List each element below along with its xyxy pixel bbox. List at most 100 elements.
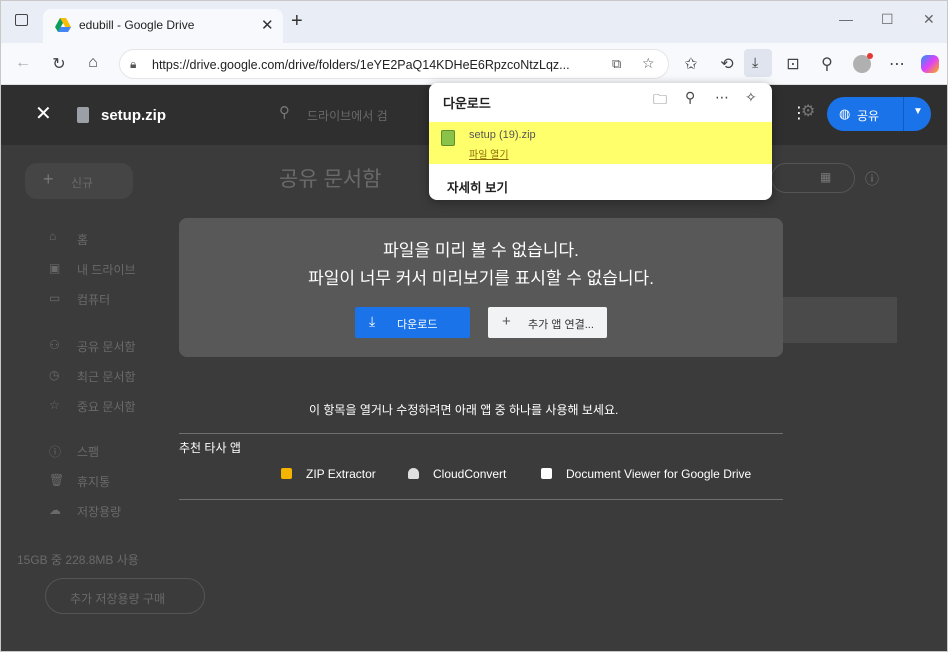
app-cloudconvert[interactable]: CloudConvert (408, 467, 506, 481)
lock-icon[interactable]: 🔒︎ (130, 57, 136, 72)
see-more-link[interactable]: 자세히 보기 (447, 177, 508, 196)
back-icon[interactable]: ← (13, 54, 33, 72)
new-tab-button[interactable]: + (291, 11, 303, 31)
computer-icon: ▭ (49, 291, 61, 305)
download-item[interactable]: setup (19).zip 파일 열기 (429, 122, 772, 164)
copilot-icon[interactable] (921, 55, 939, 73)
navigation-bar: ← ↻ ⌂ 🔒︎ https://drive.google.com/drive/… (1, 43, 947, 85)
zip-extractor-icon (281, 468, 292, 479)
sidebar-item-my-drive[interactable]: 내 드라이브 (77, 261, 136, 278)
favorites-icon[interactable]: ✩ (681, 54, 701, 74)
download-icon: ⤓ (369, 313, 376, 329)
tab-actions-icon[interactable] (15, 14, 28, 26)
sidebar-item-starred[interactable]: 중요 문서함 (77, 398, 136, 415)
connect-app-button[interactable]: + 추가 앱 연결... (488, 307, 607, 338)
close-window-button[interactable]: ✕ (923, 11, 935, 28)
recommended-apps-label: 추천 타사 앱 (179, 441, 241, 455)
trash-icon: 🗑︎ (49, 473, 65, 487)
no-preview-reason: 파일이 너무 커서 미리보기를 표시할 수 없습니다. (308, 269, 654, 288)
shared-icon: ⚇ (49, 338, 60, 352)
no-preview-title: 파일을 미리 볼 수 없습니다. (383, 241, 579, 260)
preview-message-box: 파일을 미리 볼 수 없습니다. 파일이 너무 커서 미리보기를 표시할 수 없… (179, 218, 783, 357)
info-icon[interactable]: ⓘ (865, 169, 879, 189)
new-button[interactable]: + 신규 (25, 163, 133, 199)
divider-top (179, 433, 783, 434)
buy-storage-button[interactable]: 추가 저장용량 구매 (45, 578, 205, 614)
my-drive-icon: ▣ (49, 261, 61, 275)
extensions-icon[interactable]: ⚲ (817, 54, 837, 74)
open-folder-icon[interactable]: 🗀︎ (653, 89, 667, 113)
download-button-label: 다운로드 (397, 319, 438, 331)
maximize-button[interactable]: ☐ (881, 11, 894, 28)
url-text: https://drive.google.com/drive/folders/1… (152, 58, 570, 72)
cloudconvert-icon (408, 468, 419, 479)
recent-icon: ◷ (49, 368, 60, 382)
reader-view-icon[interactable]: ⧉ (612, 56, 621, 72)
search-downloads-icon[interactable]: ⚲ (685, 89, 695, 106)
sidebar-item-trash[interactable]: 휴지통 (77, 473, 110, 490)
home-icon[interactable]: ⌂ (83, 54, 103, 72)
buy-storage-label: 추가 저장용량 구매 (70, 592, 165, 606)
app-cloudconvert-label: CloudConvert (433, 467, 507, 481)
search-input[interactable]: 드라이브에서 검 (307, 107, 388, 124)
more-menu-icon[interactable]: ⋯ (887, 54, 907, 74)
title-bar: edubill - Google Drive ✕ + — ☐ ✕ (1, 1, 947, 43)
app-zip-extractor-label: ZIP Extractor (306, 467, 376, 481)
favorite-star-icon[interactable]: ☆ (642, 55, 655, 72)
open-file-link[interactable]: 파일 열기 (469, 146, 509, 161)
sidebar-item-spam[interactable]: 스팸 (77, 443, 99, 460)
download-button[interactable]: ⤓ 다운로드 (355, 307, 470, 338)
sidebar-item-shared[interactable]: 공유 문서함 (77, 338, 136, 355)
history-icon[interactable]: ⟲ (717, 54, 737, 74)
grid-view-icon[interactable]: ▦ (820, 170, 831, 184)
sidebar-item-storage[interactable]: 저장용량 (77, 503, 121, 520)
share-label: 공유 (857, 109, 880, 123)
browser-window: edubill - Google Drive ✕ + — ☐ ✕ ← ↻ ⌂ 🔒… (0, 0, 948, 652)
connect-app-label: 추가 앱 연결... (528, 319, 594, 331)
download-file-name: setup (19).zip (469, 129, 536, 141)
notification-dot (867, 53, 873, 59)
download-icon: ⤓ (752, 54, 759, 70)
settings-icon[interactable]: ⚙ (801, 101, 815, 121)
minimize-button[interactable]: — (839, 11, 853, 27)
plus-icon: + (43, 169, 54, 189)
spam-icon: ⓘ (49, 445, 62, 459)
refresh-icon[interactable]: ↻ (49, 54, 69, 74)
selected-row[interactable] (781, 297, 897, 343)
divider-bottom (179, 499, 783, 500)
storage-usage: 15GB 중 228.8MB 사용 (17, 553, 139, 567)
zip-file-icon (441, 130, 455, 146)
cloud-icon: ☁ (49, 503, 61, 517)
globe-icon: ◍ (839, 106, 851, 121)
tab-close-icon[interactable]: ✕ (261, 16, 274, 34)
sidebar-item-computers[interactable]: 컴퓨터 (77, 291, 110, 308)
app-zip-extractor[interactable]: ZIP Extractor (281, 467, 376, 481)
preview-file-name: setup.zip (101, 107, 167, 124)
address-bar[interactable]: 🔒︎ https://drive.google.com/drive/folder… (119, 49, 669, 79)
downloads-title: 다운로드 (443, 96, 491, 111)
downloads-flyout: 다운로드 🗀︎ ⚲ ⋯ ✧ setup (19).zip 파일 열기 자세히 보… (429, 83, 772, 200)
tab-title: edubill - Google Drive (79, 18, 195, 32)
tab-edubill[interactable]: edubill - Google Drive ✕ (43, 9, 283, 43)
home-icon: ⌂ (49, 229, 57, 243)
list-view-toggle[interactable]: ▦ (771, 163, 855, 193)
close-preview-icon[interactable]: ✕ (35, 101, 52, 126)
app-document-viewer-label: Document Viewer for Google Drive (566, 467, 752, 481)
screenshot-icon[interactable]: ⊡ (783, 54, 803, 74)
sidebar-item-recent[interactable]: 최근 문서함 (77, 368, 136, 385)
sidebar-item-home[interactable]: 홈 (77, 231, 88, 248)
zip-file-icon (77, 107, 89, 123)
folder-title: 공유 문서함 (279, 168, 382, 191)
downloads-button[interactable]: ⤓ (744, 49, 772, 77)
share-dropdown-icon[interactable]: ▼ (913, 106, 923, 117)
document-viewer-icon (541, 468, 552, 479)
app-document-viewer[interactable]: Document Viewer for Google Drive (541, 467, 751, 481)
search-icon[interactable]: ⚲ (279, 103, 290, 121)
star-icon: ☆ (49, 398, 60, 412)
pin-icon[interactable]: ✧ (745, 89, 757, 106)
new-button-label: 신규 (71, 176, 94, 190)
open-with-hint: 이 항목을 열거나 수정하려면 아래 앱 중 하나를 사용해 보세요. (309, 403, 619, 417)
google-drive-icon (55, 18, 71, 37)
share-button[interactable]: ◍ 공유 ▼ (827, 97, 931, 131)
more-options-icon[interactable]: ⋯ (715, 89, 729, 106)
